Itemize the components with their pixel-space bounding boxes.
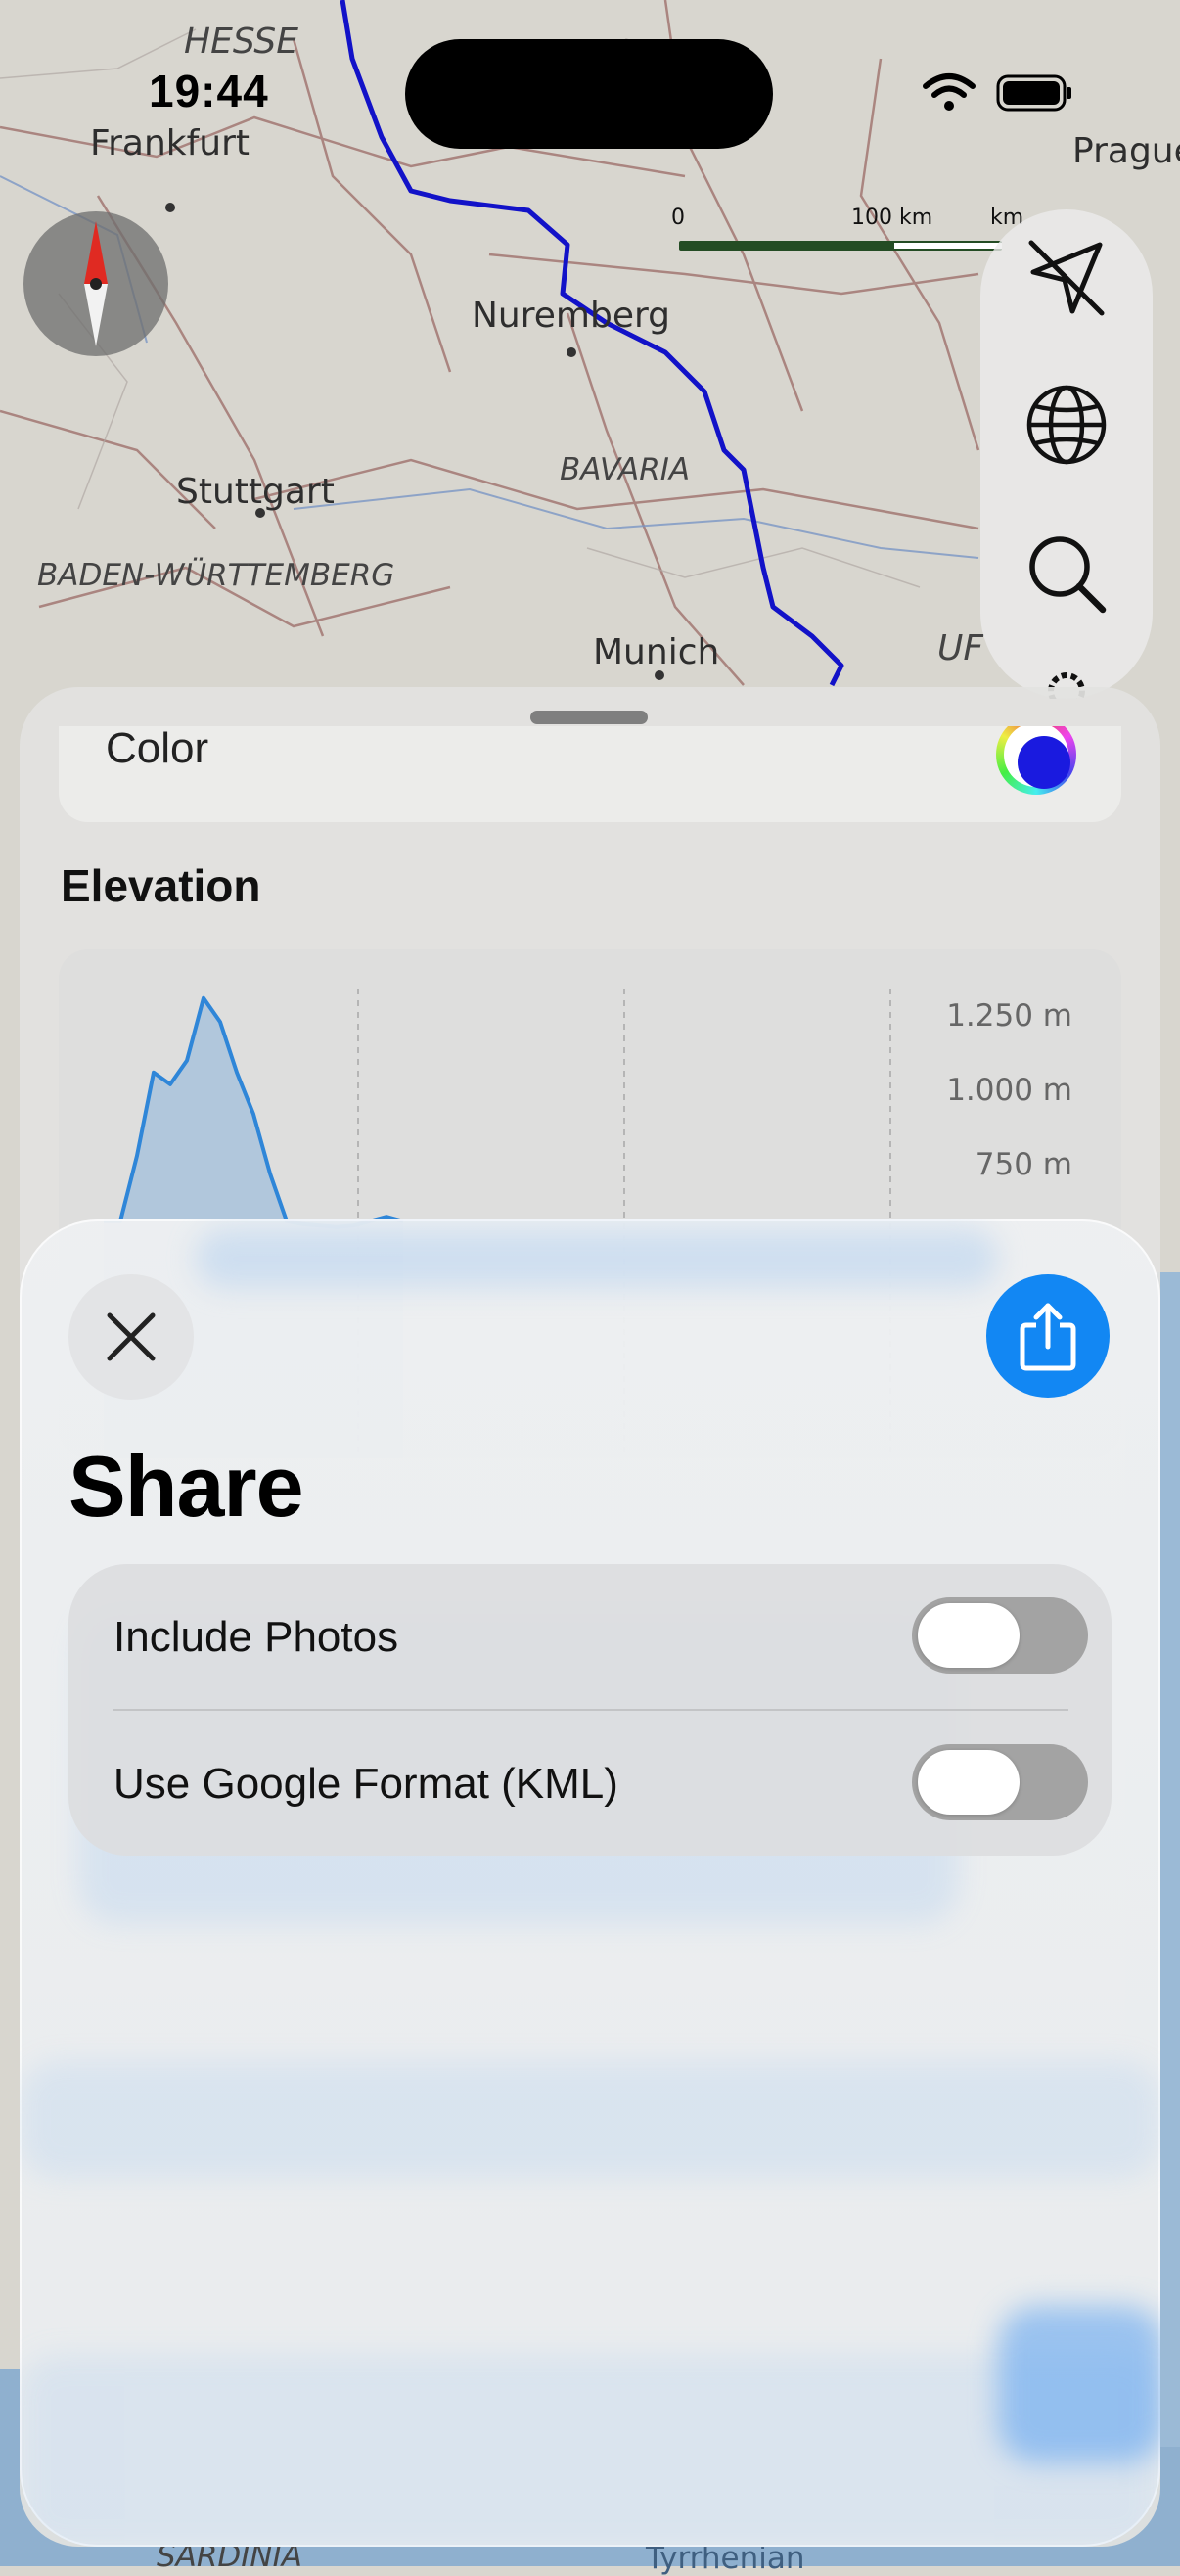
dynamic-island [405, 39, 773, 149]
elevation-tick-1000: 1.000 m [946, 1073, 1072, 1108]
map-label-bavaria: BAVARIA [560, 452, 691, 487]
google-format-label: Use Google Format (KML) [113, 1760, 618, 1808]
sheet-grabber[interactable] [530, 711, 648, 724]
google-format-row[interactable]: Use Google Format (KML) [68, 1711, 1112, 1856]
elevation-title: Elevation [61, 860, 261, 911]
map-label-stuttgart: Stuttgart [176, 472, 335, 512]
share-button[interactable] [986, 1274, 1110, 1398]
map-toolbar [980, 209, 1153, 699]
wifi-icon [923, 73, 976, 111]
google-format-toggle[interactable] [912, 1744, 1088, 1820]
map-label-hesse: HESSE [184, 22, 298, 62]
map-label-munich: Munich [593, 632, 720, 672]
include-photos-label: Include Photos [113, 1613, 399, 1661]
scale-zero-label: 0 [671, 206, 685, 230]
share-title: Share [68, 1438, 304, 1535]
color-label: Color [106, 726, 209, 772]
map-label-prague: Prague [1072, 131, 1180, 171]
scale-line [679, 241, 1002, 251]
search-icon [1029, 536, 1107, 614]
location-arrow-icon [1028, 240, 1105, 316]
map-label-baden-wuerttemberg: BADEN-WÜRTTEMBERG [37, 558, 395, 593]
locate-button[interactable] [1018, 229, 1115, 327]
search-button[interactable] [1018, 525, 1115, 622]
scale-distance-label: 100 km [851, 206, 933, 230]
close-icon [107, 1312, 156, 1361]
status-time: 19:44 [149, 66, 269, 116]
share-icon [1020, 1303, 1076, 1371]
include-photos-row[interactable]: Include Photos [68, 1564, 1112, 1711]
compass-icon [84, 221, 108, 346]
map-label-nuremberg: Nuremberg [472, 296, 670, 336]
color-swatch[interactable] [996, 726, 1076, 795]
share-options-group: Include Photos Use Google Format (KML) [68, 1564, 1112, 1856]
map-label-upper-austria: UF [937, 628, 984, 668]
globe-icon [1026, 385, 1107, 465]
elevation-tick-1250: 1.250 m [946, 998, 1072, 1034]
elevation-tick-750: 750 m [975, 1147, 1072, 1182]
color-swatch-dot [1018, 736, 1070, 789]
color-row[interactable]: Color [59, 726, 1121, 822]
battery-icon [996, 74, 1071, 112]
compass-button[interactable] [23, 211, 168, 356]
map-label-frankfurt: Frankfurt [90, 123, 250, 163]
share-modal: Share Include Photos Use Google Format (… [20, 1219, 1160, 2547]
close-button[interactable] [68, 1274, 194, 1400]
include-photos-toggle[interactable] [912, 1597, 1088, 1674]
map-style-button[interactable] [1018, 376, 1115, 474]
